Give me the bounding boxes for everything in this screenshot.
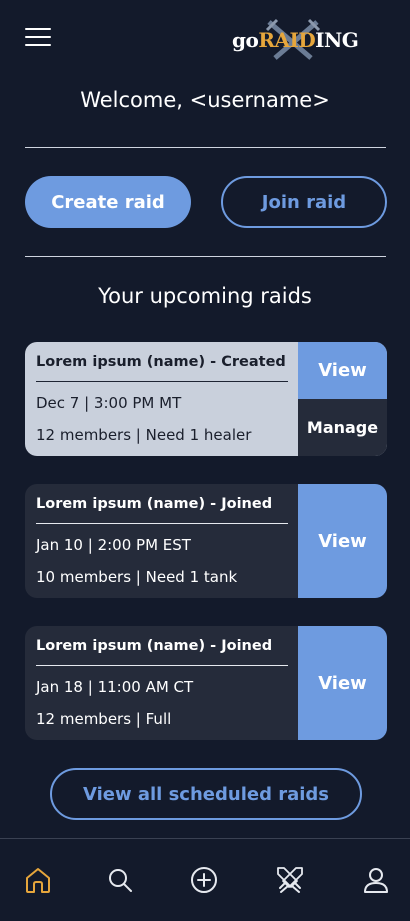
join-raid-button[interactable]: Join raid	[221, 176, 387, 228]
nav-search[interactable]	[105, 865, 135, 895]
view-raid-button[interactable]: View	[298, 484, 387, 598]
crossed-swords-icon	[277, 867, 303, 893]
search-icon	[109, 869, 132, 892]
manage-raid-button[interactable]: Manage	[298, 399, 387, 456]
raid-status: 10 members | Need 1 tank	[36, 568, 238, 586]
raid-card-details: Lorem ipsum (name) - Created Dec 7 | 3:0…	[25, 342, 298, 456]
raid-status: 12 members | Full	[36, 710, 172, 728]
goraiding-logo[interactable]: goRAIDING	[230, 18, 390, 60]
add-circle-icon	[191, 867, 217, 893]
raid-status: 12 members | Need 1 healer	[36, 426, 252, 444]
raid-card-divider	[36, 665, 288, 666]
raid-date-time: Jan 10 | 2:00 PM EST	[36, 536, 191, 554]
welcome-message: Welcome, <username>	[80, 88, 330, 112]
raid-card-divider	[36, 523, 288, 524]
app-header: goRAIDING	[0, 0, 410, 80]
raid-card: Lorem ipsum (name) - Created Dec 7 | 3:0…	[25, 342, 387, 456]
profile-icon	[364, 868, 388, 893]
logo-text: goRAIDING	[232, 28, 359, 52]
nav-add[interactable]	[189, 865, 219, 895]
nav-home[interactable]	[23, 865, 53, 895]
raid-card-divider	[36, 381, 288, 382]
nav-profile[interactable]	[361, 865, 391, 895]
raid-title: Lorem ipsum (name) - Joined	[36, 496, 273, 512]
raid-card-details: Lorem ipsum (name) - Joined Jan 10 | 2:0…	[25, 484, 298, 598]
divider-middle	[25, 256, 386, 257]
upcoming-raids-heading: Your upcoming raids	[98, 284, 312, 308]
raid-card: Lorem ipsum (name) - Joined Jan 18 | 11:…	[25, 626, 387, 740]
raid-date-time: Jan 18 | 11:00 AM CT	[36, 678, 194, 696]
raid-date-time: Dec 7 | 3:00 PM MT	[36, 394, 182, 412]
nav-raids[interactable]	[275, 865, 305, 895]
view-all-raids-button[interactable]: View all scheduled raids	[50, 768, 362, 820]
create-raid-button[interactable]: Create raid	[25, 176, 191, 228]
bottom-navigation	[0, 838, 410, 921]
divider-top	[25, 147, 386, 148]
view-raid-button[interactable]: View	[298, 342, 387, 399]
raid-title: Lorem ipsum (name) - Created	[36, 354, 286, 370]
raid-title: Lorem ipsum (name) - Joined	[36, 638, 273, 654]
raid-card-details: Lorem ipsum (name) - Joined Jan 18 | 11:…	[25, 626, 298, 740]
view-raid-button[interactable]: View	[298, 626, 387, 740]
raid-card: Lorem ipsum (name) - Joined Jan 10 | 2:0…	[25, 484, 387, 598]
home-icon	[26, 868, 50, 893]
hamburger-menu-icon[interactable]	[25, 27, 51, 47]
